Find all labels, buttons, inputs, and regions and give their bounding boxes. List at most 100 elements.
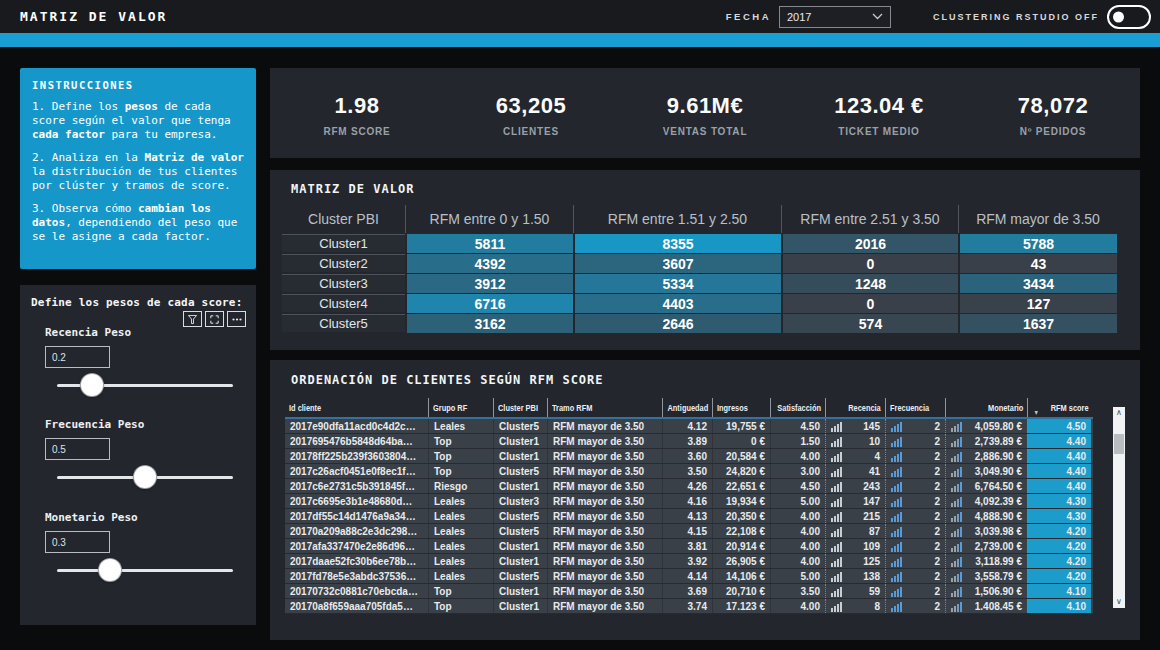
- focus-mode-icon[interactable]: [205, 311, 224, 327]
- orders-cell: 4.00: [770, 599, 825, 613]
- matrix-cell: 1248: [783, 274, 958, 293]
- orders-cell: 2,739.00 €: [945, 539, 1027, 553]
- matrix-cell: 43: [960, 254, 1117, 273]
- orders-cell: RFM mayor de 3.50: [547, 599, 662, 613]
- fecha-value: 2017: [787, 11, 872, 23]
- kpi-value: 63,205: [496, 93, 566, 119]
- monetario-chart-icon: [951, 571, 962, 582]
- orders-cell: RFM mayor de 3.50: [547, 524, 662, 538]
- slider-thumb[interactable]: [81, 374, 103, 396]
- orders-column-header[interactable]: Satisfacción: [770, 398, 825, 417]
- orders-cell: 4.20: [1027, 539, 1091, 553]
- orders-column-header[interactable]: Tramo RFM: [547, 398, 662, 417]
- orders-cell: 2017afa337470e2e86d96…: [285, 539, 428, 553]
- orders-cell: Leales: [428, 524, 493, 538]
- orders-column-header[interactable]: Monetario: [945, 398, 1027, 417]
- recencia-chart-icon: [831, 451, 842, 462]
- orders-column-header[interactable]: Frecuencia: [885, 398, 945, 417]
- fecha-dropdown[interactable]: 2017: [779, 6, 891, 28]
- matrix-row: Cluster5316226465741637: [282, 314, 1117, 333]
- weights-panel: Define los pesos de cada score: Recencia…: [20, 285, 256, 625]
- orders-cell: Top: [428, 584, 493, 598]
- orders-row[interactable]: 2017c26acf0451e0f8ec1f…TopCluster5RFM ma…: [285, 464, 1093, 479]
- orders-cell: 22,108 €: [712, 524, 770, 538]
- orders-row[interactable]: 20170a209a88c2e3dc298…LealesCluster5RFM …: [285, 524, 1093, 539]
- orders-cell: 4.20: [1027, 524, 1091, 538]
- orders-column-header[interactable]: Cluster PBI: [493, 398, 547, 417]
- orders-cell: 2: [885, 599, 945, 613]
- frecuencia-chart-icon: [891, 556, 902, 567]
- matrix-column-header: RFM entre 2.51 y 3.50: [781, 205, 958, 233]
- orders-cell: 4,888.90 €: [945, 509, 1027, 523]
- frecuencia-weight-slider[interactable]: [57, 466, 233, 488]
- orders-row[interactable]: 2017c6695e3b1e48680d…LealesCluster3RFM m…: [285, 494, 1093, 509]
- matrix-cell: 8355: [575, 234, 781, 253]
- orders-cell: Cluster1: [493, 584, 547, 598]
- matrix-row: Cluster15811835520165788: [282, 234, 1117, 253]
- matrix-cell: 4392: [407, 254, 573, 273]
- orders-column-header[interactable]: Grupo RF: [428, 398, 493, 417]
- orders-row[interactable]: 2017e90dfa11acd0c4d2c…LealesCluster5RFM …: [285, 419, 1093, 434]
- orders-cell: 4.26: [662, 479, 712, 493]
- recencia-weight-slider[interactable]: [57, 374, 233, 396]
- orders-row[interactable]: 2017afa337470e2e86d96…LealesCluster1RFM …: [285, 539, 1093, 554]
- orders-cell: 3,039.98 €: [945, 524, 1027, 538]
- orders-row[interactable]: 2017fd78e5e3abdc37536…LealesCluster5RFM …: [285, 569, 1093, 584]
- frecuencia-chart-icon: [891, 526, 902, 537]
- orders-row[interactable]: 20178ff225b239f3603804…TopCluster1RFM ma…: [285, 449, 1093, 464]
- filter-icon[interactable]: [183, 311, 202, 327]
- orders-cell: 24,820 €: [712, 464, 770, 478]
- orders-column-header[interactable]: Recencia: [825, 398, 885, 417]
- frecuencia-weight-input[interactable]: 0.5: [45, 438, 110, 460]
- orders-cell: 2: [885, 449, 945, 463]
- orders-cell: RFM mayor de 3.50: [547, 464, 662, 478]
- orders-row[interactable]: 2017daae52fc30b6ee78b…LealesCluster1RFM …: [285, 554, 1093, 569]
- more-options-icon[interactable]: [227, 311, 246, 327]
- orders-cell: 2: [885, 584, 945, 598]
- orders-column-header[interactable]: Ingresos: [712, 398, 770, 417]
- orders-cell: 19,934 €: [712, 494, 770, 508]
- scroll-down-icon[interactable]: ∨: [1116, 596, 1122, 608]
- kpi-card: 1.98RFM SCORE: [270, 68, 444, 158]
- orders-cell: 2017c6695e3b1e48680d…: [285, 494, 428, 508]
- orders-cell: 2017fd78e5e3abdc37536…: [285, 569, 428, 583]
- clustering-toggle[interactable]: [1107, 5, 1151, 29]
- frecuencia-chart-icon: [891, 496, 902, 507]
- scrollbar-thumb[interactable]: [1114, 434, 1124, 454]
- orders-column-header[interactable]: ▼RFM score: [1027, 398, 1093, 417]
- monetario-weight-slider[interactable]: [57, 559, 233, 581]
- monetario-chart-icon: [951, 436, 962, 447]
- orders-row[interactable]: 20170a8f659aaa705fda5…TopCluster1RFM may…: [285, 599, 1093, 614]
- orders-title: ORDENACIÓN DE CLIENTES SEGÚN RFM SCORE: [270, 360, 1140, 387]
- monetario-chart-icon: [951, 466, 962, 477]
- recencia-weight-input[interactable]: 0.2: [45, 346, 110, 368]
- orders-row[interactable]: 2017c6e2731c5b391845f…RiesgoCluster1RFM …: [285, 479, 1093, 494]
- slider-thumb[interactable]: [134, 466, 156, 488]
- matrix-column-header: RFM entre 0 y 1.50: [405, 205, 573, 233]
- monetario-chart-icon: [951, 541, 962, 552]
- orders-cell: 147: [825, 494, 885, 508]
- orders-row[interactable]: 20170732c0881c70ebcda…TopCluster1RFM may…: [285, 584, 1093, 599]
- slider-thumb[interactable]: [99, 559, 121, 581]
- orders-cell: RFM mayor de 3.50: [547, 569, 662, 583]
- matrix-cell: 3434: [960, 274, 1117, 293]
- orders-cell: 2: [885, 509, 945, 523]
- scroll-up-icon[interactable]: ∧: [1116, 407, 1122, 419]
- recencia-chart-icon: [831, 586, 842, 597]
- orders-column-header[interactable]: Id cliente: [285, 398, 428, 417]
- orders-row[interactable]: 2017695476b5848d64ba…TopCluster1RFM mayo…: [285, 434, 1093, 449]
- orders-cell: 0 €: [712, 434, 770, 448]
- orders-cell: 4.00: [770, 554, 825, 568]
- orders-cell: 4.15: [662, 524, 712, 538]
- orders-column-header[interactable]: Antiguedad: [662, 398, 712, 417]
- monetario-chart-icon: [951, 556, 962, 567]
- table-scrollbar[interactable]: ∧ ∨: [1113, 407, 1125, 608]
- monetario-chart-icon: [951, 421, 962, 432]
- orders-row[interactable]: 2017df55c14d1476a9a34…LealesCluster5RFM …: [285, 509, 1093, 524]
- orders-cell: 2: [885, 569, 945, 583]
- recencia-chart-icon: [831, 556, 842, 567]
- monetario-weight-input[interactable]: 0.3: [45, 531, 110, 553]
- orders-cell: 3.74: [662, 599, 712, 613]
- orders-cell: 3.50: [662, 464, 712, 478]
- kpi-card: 9.61M€VENTAS TOTAL: [618, 68, 792, 158]
